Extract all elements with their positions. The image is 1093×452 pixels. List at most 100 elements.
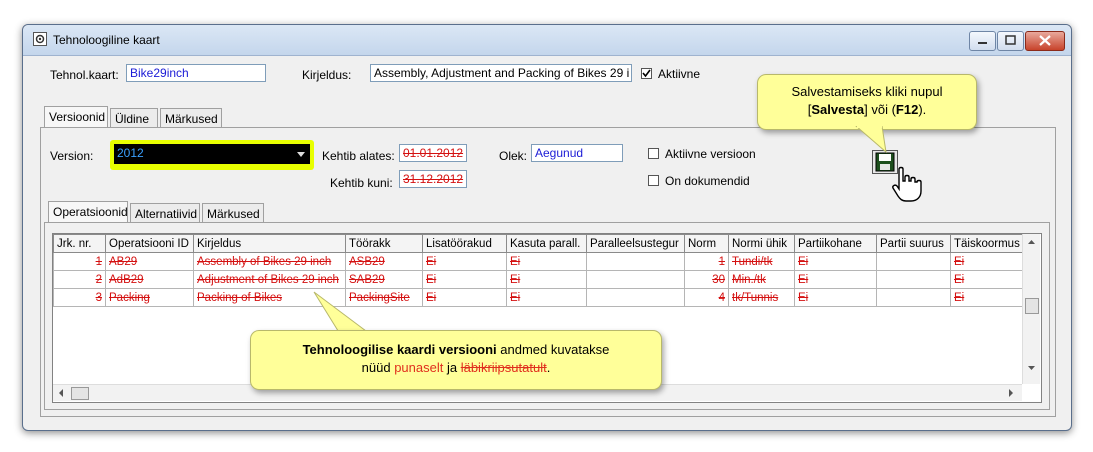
table-cell: Ei [950, 270, 1024, 289]
aktiivne-checkbox[interactable] [641, 68, 652, 79]
save-callout-line2: [Salvesta] või (F12). [807, 102, 927, 117]
table-cell: 3 [53, 288, 106, 307]
table-cell: Ei [422, 288, 507, 307]
column-header[interactable]: Partii suurus [876, 234, 951, 253]
table-cell: Packing [105, 288, 194, 307]
kehtib-kuni-label: Kehtib kuni: [330, 176, 393, 190]
column-header[interactable]: Lisatöörakud [422, 234, 507, 253]
table-cell [586, 270, 685, 289]
subtab-operatsioonid[interactable]: Operatsioonid [48, 201, 128, 223]
table-cell [876, 270, 951, 289]
maximize-button[interactable] [997, 31, 1024, 51]
save-callout-key: F12 [895, 102, 919, 117]
tab-versioonid[interactable]: Versioonid [44, 106, 108, 128]
hand-cursor-icon [892, 166, 922, 202]
aktiivne-label: Aktiivne [658, 67, 701, 81]
table-cell: 2 [53, 270, 106, 289]
aktiivne-versioon-label: Aktiivne versioon [665, 147, 756, 161]
info-callout-line1: Tehnoloogilise kaardi versiooni andmed k… [302, 342, 610, 357]
table-row[interactable]: 3 Packing Packing of Bikes PackingSite Ei Ei 4… [53, 288, 1024, 307]
table-cell: tk/Tunnis [728, 288, 795, 307]
table-cell [876, 288, 951, 307]
table-cell: 1 [684, 252, 729, 271]
table-cell: Ei [506, 270, 587, 289]
table-cell: 30 [684, 270, 729, 289]
kirjeldus-label: Kirjeldus: [302, 68, 352, 82]
table-cell: SAB29 [345, 270, 423, 289]
tab-uldine[interactable]: Üldine [110, 108, 158, 128]
table-cell: Min./tk [728, 270, 795, 289]
table-cell: Ei [506, 252, 587, 271]
kehtib-alates-field[interactable]: 01.01.2012 [399, 144, 467, 162]
column-header[interactable]: Kirjeldus [193, 234, 346, 253]
info-strike-word: läbikriipsutatult [460, 360, 547, 375]
table-cell: Ei [950, 288, 1024, 307]
column-header[interactable]: Norm [684, 234, 729, 253]
table-cell: AdB29 [105, 270, 194, 289]
kirjeldus-field[interactable]: Assembly, Adjustment and Packing of Bike… [370, 64, 632, 82]
table-cell: Ei [422, 252, 507, 271]
minimize-icon [978, 42, 987, 44]
on-dokumendid-label: On dokumendid [665, 174, 750, 188]
tehnol-kaart-field[interactable]: Bike29inch [126, 64, 266, 82]
column-header[interactable]: Täiskoormus [950, 234, 1024, 253]
title-bar[interactable]: Tehnoloogiline kaart [23, 25, 1071, 56]
table-cell: Tundi/tk [728, 252, 795, 271]
scroll-right-icon [1009, 389, 1013, 397]
table-cell: Ei [794, 288, 877, 307]
kehtib-alates-label: Kehtib alates: [322, 149, 395, 163]
version-select[interactable]: 2012 [114, 144, 310, 164]
on-dokumendid-checkbox[interactable] [648, 175, 659, 186]
version-label: Version: [50, 149, 94, 163]
table-cell: Ei [950, 252, 1024, 271]
table-cell: Ei [506, 288, 587, 307]
version-value: 2012 [117, 146, 144, 160]
close-button[interactable] [1025, 31, 1065, 51]
table-cell: ASB29 [345, 252, 423, 271]
tehnol-kaart-label: Tehnol.kaart: [50, 68, 119, 82]
table-cell: 1 [53, 252, 106, 271]
table-cell [586, 252, 685, 271]
scroll-left-icon [59, 389, 63, 397]
window-title: Tehnoloogiline kaart [53, 33, 160, 47]
table-cell: 4 [684, 288, 729, 307]
table-row[interactable]: 2 AdB29 Adjustment of Bikes 29 inch SAB29 Ei… [53, 270, 1024, 289]
column-header[interactable]: Paralleelsustegur [586, 234, 685, 253]
scroll-down-icon [1028, 366, 1035, 370]
column-header[interactable]: Partiikohane [794, 234, 877, 253]
vertical-scroll-thumb[interactable] [1025, 298, 1039, 314]
vertical-scrollbar[interactable] [1022, 234, 1040, 384]
chevron-down-icon [297, 152, 305, 157]
save-callout: Salvestamiseks kliki nupul [Salvesta] võ… [757, 74, 977, 130]
subtab-markused[interactable]: Märkused [202, 203, 264, 223]
column-header[interactable]: Normi ühik [728, 234, 795, 253]
info-callout-line2: nüüd punaselt ja läbikriipsutatult. [361, 360, 551, 375]
table-cell [876, 252, 951, 271]
save-callout-button-name: Salvesta [811, 102, 865, 117]
column-header[interactable]: Töörakk [345, 234, 423, 253]
close-icon [1039, 35, 1051, 46]
olek-field[interactable]: Aegunud [531, 144, 623, 162]
operations-table: Jrk. nr. Operatsiooni ID Kirjeldus Töörakk L… [53, 234, 1024, 307]
column-header[interactable]: Operatsiooni ID [105, 234, 194, 253]
aktiivne-versioon-checkbox[interactable] [648, 148, 659, 159]
table-cell: Assembly of Bikes 29 inch [193, 252, 346, 271]
tab-markused[interactable]: Märkused [160, 108, 222, 128]
app-gear-icon [33, 32, 47, 46]
horizontal-scroll-thumb[interactable] [71, 387, 89, 400]
column-header[interactable]: Kasuta parall. [506, 234, 587, 253]
table-cell: Ei [422, 270, 507, 289]
subtab-alternatiivid[interactable]: Alternatiivid [130, 203, 200, 223]
scroll-up-icon [1028, 240, 1035, 244]
olek-label: Olek: [499, 149, 528, 163]
checkmark-icon [642, 69, 651, 78]
save-callout-pointer [855, 126, 887, 154]
column-header[interactable]: Jrk. nr. [53, 234, 106, 253]
table-header-row: Jrk. nr. Operatsiooni ID Kirjeldus Töörakk L… [53, 234, 1024, 253]
table-cell: Adjustment of Bikes 29 inch [193, 270, 346, 289]
info-red-word: punaselt [394, 360, 444, 375]
table-row[interactable]: 1 AB29 Assembly of Bikes 29 inch ASB29 Ei Ei 1… [53, 252, 1024, 271]
kehtib-kuni-field[interactable]: 31.12.2012 [399, 170, 467, 188]
minimize-button[interactable] [969, 31, 996, 51]
table-cell: Ei [794, 252, 877, 271]
